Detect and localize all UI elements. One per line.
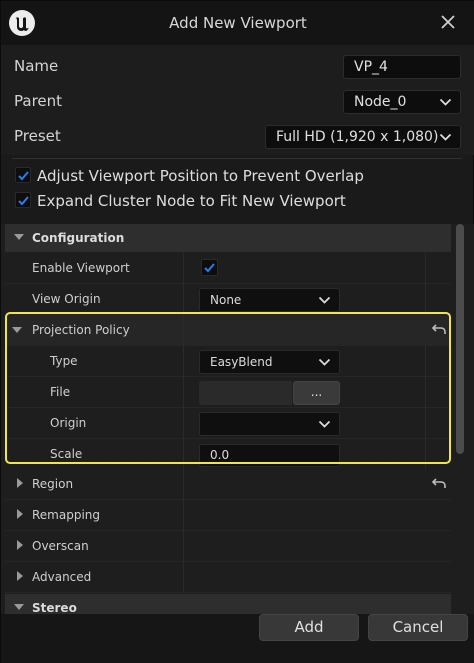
column-divider (183, 500, 184, 531)
expanded-arrow-icon (14, 234, 24, 240)
adjust-position-checkbox[interactable] (15, 167, 31, 183)
category-label: Configuration (32, 231, 125, 245)
scale-row: Scale 0.0 (5, 439, 451, 470)
reset-to-default-icon[interactable] (431, 321, 447, 337)
column-divider (425, 346, 426, 377)
preset-dropdown[interactable]: Full HD (1,920 x 1,080) (265, 125, 461, 149)
adjust-position-label: Adjust Viewport Position to Prevent Over… (37, 167, 364, 185)
column-divider (183, 408, 184, 439)
advanced-header[interactable]: Advanced (5, 562, 451, 593)
remapping-label: Remapping (32, 508, 101, 522)
view-origin-row: View Origin None (5, 284, 451, 315)
checkmark-icon (18, 196, 29, 206)
details-scrollbar[interactable] (456, 224, 464, 454)
origin-row: Origin (5, 408, 451, 439)
parent-row: Parent Node_0 (1, 84, 474, 118)
collapsed-arrow-icon (17, 571, 23, 581)
projection-policy-header[interactable]: Projection Policy (5, 315, 451, 346)
option-adjust-position: Adjust Viewport Position to Prevent Over… (1, 163, 474, 189)
expand-cluster-checkbox[interactable] (15, 192, 31, 208)
title-bar: Add New Viewport (1, 1, 474, 45)
chevron-down-icon (318, 296, 331, 304)
column-divider (183, 346, 184, 377)
column-divider (183, 284, 184, 315)
parent-label: Parent (14, 92, 63, 110)
add-button[interactable]: Add (259, 614, 359, 641)
origin-dropdown[interactable] (199, 412, 340, 436)
expanded-arrow-icon (14, 604, 24, 610)
type-dropdown[interactable]: EasyBlend (199, 350, 340, 374)
reset-to-default-icon[interactable] (431, 475, 447, 491)
collapsed-arrow-icon (17, 540, 23, 550)
category-label: Stereo (32, 601, 77, 614)
category-stereo[interactable]: Stereo (5, 594, 451, 614)
divider (12, 158, 462, 159)
enable-viewport-row: Enable Viewport (5, 253, 451, 284)
column-divider (183, 531, 184, 562)
region-header[interactable]: Region (5, 469, 451, 500)
scale-field[interactable]: 0.0 (199, 444, 340, 467)
column-divider (183, 253, 184, 284)
chevron-down-icon (439, 98, 452, 106)
column-divider (425, 253, 426, 284)
preset-dropdown-value: Full HD (1,920 x 1,080) (276, 129, 439, 145)
parent-dropdown-value: Node_0 (354, 94, 407, 110)
column-divider (183, 315, 184, 346)
name-row: Name VP_4 (1, 49, 474, 83)
chevron-down-icon (439, 133, 452, 141)
column-divider (425, 284, 426, 315)
type-value: EasyBlend (210, 355, 273, 369)
column-divider (183, 377, 184, 408)
chevron-down-icon (318, 420, 331, 428)
option-expand-cluster: Expand Cluster Node to Fit New Viewport (1, 188, 474, 214)
origin-label: Origin (50, 416, 87, 430)
overscan-label: Overscan (32, 539, 89, 553)
window-title: Add New Viewport (169, 14, 307, 32)
file-path-field[interactable] (199, 381, 292, 405)
advanced-label: Advanced (32, 570, 92, 584)
remapping-header[interactable]: Remapping (5, 500, 451, 531)
add-new-viewport-dialog: Add New Viewport Name VP_4 Parent Node_0… (0, 0, 474, 663)
expand-cluster-label: Expand Cluster Node to Fit New Viewport (37, 192, 346, 210)
collapsed-arrow-icon (17, 509, 23, 519)
preset-row: Preset Full HD (1,920 x 1,080) (1, 119, 474, 153)
preset-label: Preset (14, 127, 61, 145)
overscan-header[interactable]: Overscan (5, 531, 451, 562)
category-configuration[interactable]: Configuration (5, 224, 451, 252)
file-label: File (50, 385, 71, 399)
checkmark-icon (18, 171, 29, 181)
parent-dropdown[interactable]: Node_0 (343, 90, 461, 114)
details-panel: Configuration Enable Viewport View Origi… (1, 224, 474, 614)
column-divider (425, 377, 426, 408)
enable-viewport-checkbox[interactable] (201, 259, 218, 276)
column-divider (183, 439, 184, 470)
view-origin-label: View Origin (32, 292, 101, 306)
dialog-footer: Add Cancel (1, 614, 474, 663)
name-label: Name (14, 57, 59, 75)
name-field[interactable]: VP_4 (343, 55, 461, 79)
column-divider (183, 469, 184, 500)
browse-file-button[interactable]: ... (293, 381, 340, 405)
type-label: Type (50, 354, 78, 368)
region-label: Region (32, 477, 74, 491)
file-row: File ... (5, 377, 451, 408)
close-icon[interactable] (439, 13, 457, 31)
column-divider (425, 408, 426, 439)
cancel-button[interactable]: Cancel (368, 614, 468, 641)
collapsed-arrow-icon (17, 478, 23, 488)
projection-policy-label: Projection Policy (32, 323, 130, 337)
view-origin-dropdown[interactable]: None (199, 288, 340, 312)
view-origin-value: None (210, 293, 242, 307)
column-divider (425, 439, 426, 470)
scale-label: Scale (50, 447, 83, 461)
viewport-form: Name VP_4 Parent Node_0 Preset Full HD (… (1, 45, 474, 155)
column-divider (183, 562, 184, 593)
enable-viewport-label: Enable Viewport (32, 261, 130, 275)
type-row: Type EasyBlend (5, 346, 451, 377)
checkmark-icon (204, 263, 215, 273)
expanded-arrow-icon (12, 327, 22, 333)
chevron-down-icon (318, 358, 331, 366)
